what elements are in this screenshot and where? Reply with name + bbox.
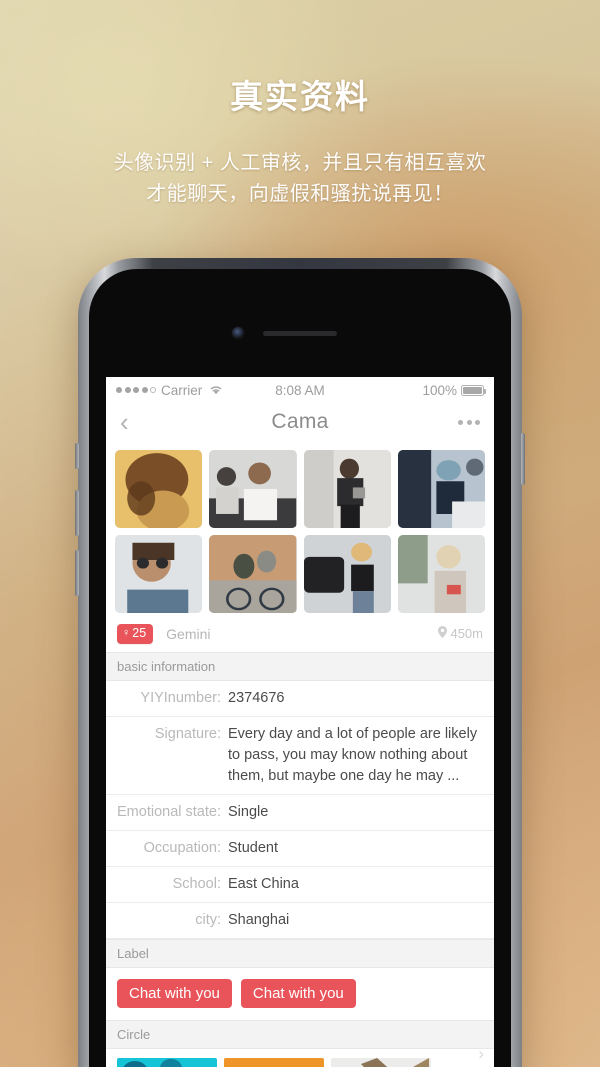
location-pin-icon [438, 626, 448, 641]
info-key: School: [172, 875, 221, 892]
volume-up-button[interactable] [75, 490, 79, 536]
section-header-basic-information: basic information [106, 651, 494, 681]
age-label: 25 [132, 626, 147, 640]
section-header-circle: Circle [106, 1019, 494, 1049]
info-value: East China [228, 875, 299, 892]
profile-photo[interactable] [303, 450, 391, 528]
silent-switch[interactable] [75, 443, 79, 469]
earpiece-speaker [263, 331, 337, 336]
battery-icon [461, 384, 486, 396]
label-chip-list: Chat with you Chat with you [106, 967, 494, 1020]
info-value: Shanghai [228, 911, 290, 928]
info-key: Signature: [154, 725, 221, 742]
profile-photo[interactable] [115, 450, 203, 528]
info-key: Occupation: [143, 839, 221, 856]
battery-percent-label: 100% [422, 382, 457, 398]
info-value: Student [228, 839, 278, 856]
status-bar: Carrier 8:08 AM 100% [106, 377, 494, 403]
front-camera-icon [232, 327, 244, 339]
profile-meta-row: ♀ 25 Gemini 450m [106, 617, 494, 652]
profile-photo[interactable] [397, 535, 485, 613]
distance-label: 450m [450, 626, 483, 642]
info-row-school: School: East China [106, 866, 494, 903]
chevron-right-icon[interactable]: › [478, 1044, 484, 1064]
status-time: 8:08 AM [275, 382, 325, 398]
info-row-yiyinumber: YIYInumber: 2374676 [106, 680, 494, 717]
promo-subline-2: 才能聊天，向虚假和骚扰说再见！ [146, 183, 454, 205]
info-key: YIYInumber: [140, 689, 221, 706]
navigation-bar: ‹ Cama [106, 403, 494, 441]
wifi-icon [209, 383, 223, 398]
circle-thumbnail[interactable]: HE MARTIAN [224, 1057, 324, 1067]
circle-thumbnail-strip[interactable]: HE MARTIAN › [106, 1044, 494, 1067]
age-gender-badge: ♀ 25 [117, 624, 154, 644]
back-button-icon[interactable]: ‹ [120, 409, 150, 435]
promo-subline-1: 头像识别 + 人工审核，并且只有相互喜欢 [113, 152, 487, 174]
info-value: Single [228, 803, 269, 820]
info-value: 2374676 [228, 689, 285, 706]
phone-screen: Carrier 8:08 AM 100% ‹ Cama ♀ 25 Gemini … [106, 377, 494, 1067]
info-row-city: city: Shanghai [106, 902, 494, 939]
profile-photo[interactable] [209, 450, 297, 528]
page-title: Cama [271, 410, 329, 433]
profile-content: ♀ 25 Gemini 450m basic information YIYIn… [106, 441, 494, 1067]
phone-bezel: Carrier 8:08 AM 100% ‹ Cama ♀ 25 Gemini … [89, 269, 511, 1067]
more-options-icon[interactable] [458, 419, 480, 425]
power-button[interactable] [521, 433, 525, 485]
info-row-signature: Signature: Every day and a lot of people… [106, 716, 494, 795]
distance-indicator: 450m [438, 626, 483, 641]
circle-thumbnail[interactable] [117, 1057, 217, 1067]
section-header-label: Label [106, 938, 494, 968]
promo-text-block: 真实资料 头像识别 + 人工审核，并且只有相互喜欢 才能聊天，向虚假和骚扰说再见… [0, 0, 600, 210]
venus-icon: ♀ [122, 627, 131, 640]
phone-device-frame: Carrier 8:08 AM 100% ‹ Cama ♀ 25 Gemini … [75, 258, 525, 1067]
circle-thumbnail[interactable] [331, 1057, 431, 1067]
profile-photo[interactable] [115, 535, 203, 613]
carrier-label: Carrier [161, 382, 203, 398]
promo-headline: 真实资料 [230, 78, 370, 115]
volume-down-button[interactable] [75, 550, 79, 596]
info-row-occupation: Occupation: Student [106, 830, 494, 867]
profile-photo[interactable] [209, 535, 297, 613]
profile-photo[interactable] [303, 535, 391, 613]
info-key: city: [195, 911, 221, 928]
zodiac-label: Gemini [166, 625, 211, 642]
profile-photo[interactable] [397, 450, 485, 528]
label-chip[interactable]: Chat with you [240, 978, 356, 1008]
info-key: Emotional state: [117, 803, 221, 820]
info-value: Every day and a lot of people are likely… [228, 725, 478, 784]
label-chip[interactable]: Chat with you [117, 978, 232, 1008]
info-row-emotional-state: Emotional state: Single [106, 794, 494, 831]
signal-strength-icon [116, 387, 156, 393]
photo-grid [106, 441, 494, 617]
